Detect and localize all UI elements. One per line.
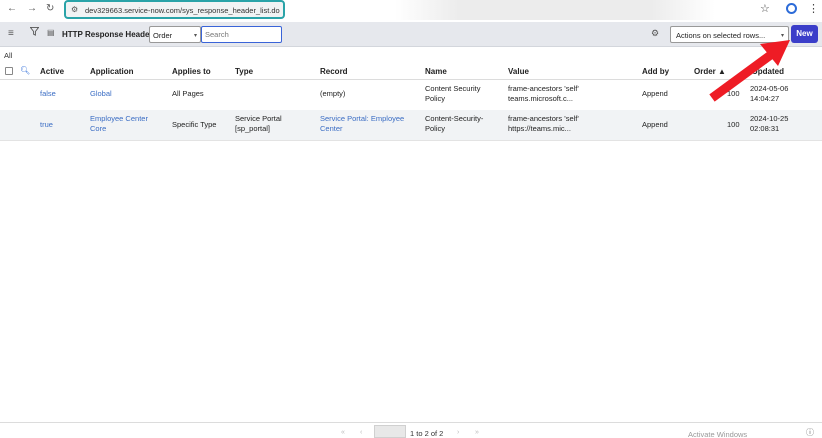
column-header-record[interactable]: Record — [320, 67, 348, 76]
cell-application[interactable]: Employee Center Core — [90, 114, 148, 133]
column-header-applies-to[interactable]: Applies to — [172, 67, 211, 76]
cell-name: Content-Security- Policy — [425, 114, 484, 133]
list-header-bar: ≡ ▤ HTTP Response Headers Order ▾ ⚙ Acti… — [0, 22, 822, 47]
search-field-value: Order — [153, 31, 173, 40]
search-box[interactable] — [201, 26, 282, 43]
next-page-icon[interactable]: › — [457, 429, 459, 436]
select-all-checkbox[interactable] — [5, 67, 13, 75]
cell-value: frame-ancestors 'self' teams.microsoft.c… — [508, 84, 579, 103]
chevron-down-icon: ▾ — [193, 33, 197, 39]
previous-page-icon[interactable]: ‹ — [360, 429, 362, 436]
row-divider — [0, 140, 822, 141]
cell-updated: 2024-10-25 02:08:31 — [750, 114, 789, 133]
first-page-icon[interactable]: « — [341, 429, 345, 436]
activity-stream-icon[interactable]: ▤ — [47, 28, 55, 37]
column-header-type[interactable]: Type — [235, 67, 253, 76]
list-title: HTTP Response Headers — [62, 30, 157, 39]
list-settings-gear-icon[interactable]: ⚙ — [651, 28, 659, 39]
cell-active[interactable]: true — [40, 120, 53, 130]
cell-add-by: Append — [642, 120, 668, 129]
column-header-value[interactable]: Value — [508, 67, 529, 76]
search-input[interactable] — [205, 28, 280, 41]
cell-order: 100 — [727, 120, 740, 129]
search-field-select[interactable]: Order ▾ — [149, 26, 201, 43]
red-annotation-arrow-icon — [709, 40, 790, 102]
back-arrow-icon[interactable]: ← — [7, 3, 17, 15]
bookmark-star-icon[interactable]: ☆ — [760, 2, 770, 15]
activate-windows-watermark: Activate Windows — [688, 430, 748, 438]
column-header-add-by[interactable]: Add by — [642, 67, 669, 76]
table-row: false Global All Pages (empty) Content S… — [0, 80, 822, 110]
page-range: 1 to 2 of 2 — [410, 429, 444, 438]
forward-arrow-icon[interactable]: → — [27, 3, 37, 15]
cell-applies-to: Specific Type — [172, 120, 217, 129]
cell-applies-to: All Pages — [172, 89, 204, 98]
site-settings-icon[interactable]: ⚙ — [71, 5, 78, 14]
blurred-toolbar-area — [395, 0, 715, 20]
last-page-icon[interactable]: » — [475, 429, 479, 436]
browser-menu-icon[interactable]: ⋮ — [808, 2, 819, 15]
address-bar[interactable]: ⚙ dev329663.service-now.com/sys_response… — [64, 0, 285, 19]
browser-toolbar: ← → ↻ ⚙ dev329663.service-now.com/sys_re… — [0, 0, 822, 20]
reload-icon[interactable]: ↻ — [46, 3, 54, 15]
table-row: true Employee Center Core Specific Type … — [0, 110, 822, 140]
cell-record: (empty) — [320, 89, 346, 98]
breadcrumb[interactable]: All — [4, 51, 12, 60]
profile-avatar-icon[interactable] — [786, 3, 797, 14]
cell-application[interactable]: Global — [90, 89, 112, 99]
column-header-application[interactable]: Application — [90, 67, 134, 76]
cell-name: Content Security Policy — [425, 84, 481, 103]
page-number-input[interactable] — [374, 425, 406, 438]
address-url: dev329663.service-now.com/sys_response_h… — [85, 6, 280, 15]
cell-value: frame-ancestors 'self' https://teams.mic… — [508, 114, 579, 133]
help-icon[interactable]: ⓘ — [806, 427, 814, 438]
column-header-active[interactable]: Active — [40, 67, 64, 76]
filter-funnel-icon[interactable] — [30, 27, 39, 36]
column-header-name[interactable]: Name — [425, 67, 447, 76]
list-menu-icon[interactable]: ≡ — [8, 28, 14, 39]
cell-active[interactable]: false — [40, 89, 56, 99]
column-search-icon[interactable]: 🔍︎ — [20, 66, 30, 75]
cell-record[interactable]: Service Portal: Employee Center — [320, 114, 404, 133]
cell-add-by: Append — [642, 89, 668, 98]
footer-divider — [0, 422, 822, 423]
cell-type: Service Portal [sp_portal] — [235, 114, 282, 133]
